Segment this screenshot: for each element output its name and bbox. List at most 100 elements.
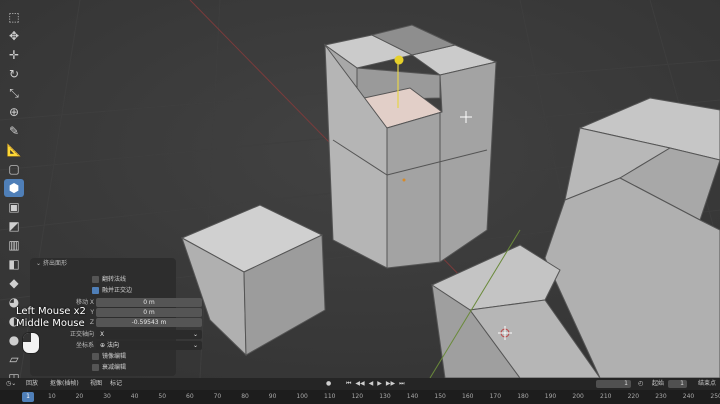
frame-tick-label: 40 (130, 393, 139, 400)
frame-tick-label: 150 (434, 393, 446, 400)
proportional-edit-checkbox[interactable] (92, 364, 99, 371)
frame-tick-label: 90 (268, 393, 277, 400)
mirror-edit-row[interactable]: 镜像编辑 (30, 352, 176, 362)
annotate-icon[interactable]: ✎ (4, 122, 24, 140)
scale-icon[interactable]: ⤡ (4, 84, 24, 102)
move-y-label: Y (90, 309, 94, 316)
frame-tick-label: 120 (351, 393, 364, 400)
playback-button-2[interactable]: ◀ (369, 380, 374, 387)
add-cube-icon[interactable]: ▢ (4, 160, 24, 178)
hint-line-2: Middle Mouse (16, 318, 85, 329)
coord-row: 坐标系 ⊕ 法向 ⌄ (30, 341, 202, 351)
proportional-edit-label: 衰减编辑 (102, 364, 127, 371)
dissolve-orthogonal-row[interactable]: 融并正交边 (30, 286, 176, 296)
chevron-down-icon: ⌄ (192, 331, 198, 338)
bevel-icon[interactable]: ◩ (4, 217, 24, 235)
shear-icon[interactable]: ▱ (4, 350, 24, 368)
mouse-icon (22, 332, 40, 354)
frame-tick-label: 230 (655, 393, 667, 400)
frame-tick-label: 220 (627, 393, 640, 400)
orientation-value: X (100, 331, 105, 338)
playback-button-1[interactable]: ◀◀ (355, 380, 364, 387)
screencast-keys-overlay: Left Mouse x2 Middle Mouse (16, 306, 86, 330)
dissolve-orthogonal-label: 融并正交边 (102, 287, 133, 294)
gizmo-handle[interactable] (394, 55, 404, 65)
frame-tick-label: 210 (600, 393, 612, 400)
select-icon[interactable]: ⬚ (4, 8, 24, 26)
panel-title: 挤出面形 (42, 260, 67, 267)
frame-tick-label: 190 (544, 393, 557, 400)
editor-type-icon[interactable]: ◷⌄ (6, 378, 16, 390)
frame-tick-label: 170 (489, 393, 502, 400)
dissolve-orthogonal-checkbox[interactable] (92, 287, 99, 294)
orientation-label: 正交轴向 (69, 331, 94, 338)
extrude-icon[interactable]: ⬢ (4, 179, 24, 197)
coord-dropdown[interactable]: ⊕ 法向 ⌄ (96, 341, 202, 350)
move-icon[interactable]: ✛ (4, 46, 24, 64)
frame-tick-label: 110 (324, 393, 336, 400)
flip-normals-label: 翻转法线 (102, 276, 127, 283)
move-z-field[interactable]: -0.59543 m (96, 318, 202, 327)
mirror-edit-checkbox[interactable] (92, 353, 99, 360)
playback-controls: ⏮ ◀◀ ◀ ▶ ▶▶ ⏭ (346, 378, 409, 390)
shrink-icon[interactable]: ● (4, 331, 24, 349)
coord-value: 法向 (106, 342, 119, 349)
coord-label: 坐标系 (75, 342, 94, 349)
start-frame-field[interactable]: 1 (668, 380, 687, 388)
frame-tick-label: 30 (103, 393, 111, 400)
playback-button-5[interactable]: ⏭ (399, 380, 404, 387)
loop-cut-icon[interactable]: ▥ (4, 236, 24, 254)
playback-button-3[interactable]: ▶ (377, 380, 382, 387)
inset-icon[interactable]: ▣ (4, 198, 24, 216)
start-label: 起始 (652, 380, 665, 387)
frame-tick-label: 50 (158, 393, 167, 400)
menu-view[interactable]: 视图 (90, 378, 102, 390)
move-x-field[interactable]: 0 m (96, 298, 202, 307)
frame-tick-label: 70 (213, 393, 222, 400)
knife-icon[interactable]: ◧ (4, 255, 24, 273)
frame-tick-label: 130 (379, 393, 391, 400)
current-frame-indicator[interactable]: 1 (22, 392, 34, 402)
menu-marker[interactable]: 标记 (110, 378, 122, 390)
move-z-label: Z (89, 319, 94, 326)
normal-orientation-icon: ⊕ (100, 342, 107, 349)
frame-tick-label: 200 (572, 393, 584, 400)
frame-tick-label: 60 (186, 393, 194, 400)
tool-shelf: ⬚✥✛↻⤡⊕✎📐▢⬢▣◩▥◧◆◕◐●▱◫ (4, 8, 26, 387)
frame-tick-label: 180 (517, 393, 529, 400)
frame-tick-label: 160 (462, 393, 474, 400)
stopwatch-icon[interactable]: ◴ (638, 378, 643, 390)
move-y-field[interactable]: 0 m (96, 308, 202, 317)
frame-tick-label: 250 (710, 393, 720, 400)
poly-build-icon[interactable]: ◆ (4, 274, 24, 292)
playback-button-4[interactable]: ▶▶ (386, 380, 395, 387)
frame-tick-label: 80 (241, 393, 249, 400)
flip-normals-checkbox[interactable] (92, 276, 99, 283)
measure-icon[interactable]: 📐 (4, 141, 24, 159)
rotate-icon[interactable]: ↻ (4, 65, 24, 83)
menu-keying[interactable]: 抠像(插帧) (50, 378, 79, 390)
playback-button-0[interactable]: ⏮ (346, 380, 351, 387)
chevron-down-icon: ⌄ (192, 342, 198, 349)
orientation-row: 正交轴向 X ⌄ (30, 330, 202, 340)
orientation-dropdown[interactable]: X ⌄ (96, 330, 202, 339)
cursor-icon[interactable]: ✥ (4, 27, 24, 45)
panel-header[interactable]: ⌄ 挤出面形 (30, 258, 176, 270)
mirror-edit-label: 镜像编辑 (102, 353, 127, 360)
frame-tick-label: 10 (48, 393, 56, 400)
frame-tick-label: 100 (296, 393, 308, 400)
frame-tick-label: 140 (406, 393, 419, 400)
hint-line-1: Left Mouse x2 (16, 306, 86, 317)
current-frame-field[interactable]: 1 (596, 380, 631, 388)
frame-ruler[interactable]: 1 10 20 30 40 50 60 70 80 90 100 110 120 130 140 150 160… (0, 390, 720, 404)
timeline-header: ◷⌄ 回放 抠像(插帧) 视图 标记 ● ⏮ ◀◀ ◀ ▶ ▶▶ ⏭ 1 ◴ 起始 1 结… (0, 378, 720, 390)
end-label: 结束点 (698, 380, 717, 387)
transform-icon[interactable]: ⊕ (4, 103, 24, 121)
record-icon[interactable]: ● (326, 378, 331, 390)
flip-normals-row[interactable]: 翻转法线 (30, 275, 176, 285)
frame-tick-label: 20 (75, 393, 84, 400)
frame-tick-label: 240 (682, 393, 695, 400)
origin-dot (402, 178, 406, 182)
menu-playback[interactable]: 回放 (26, 378, 38, 390)
proportional-edit-row[interactable]: 衰减编辑 (30, 363, 176, 373)
